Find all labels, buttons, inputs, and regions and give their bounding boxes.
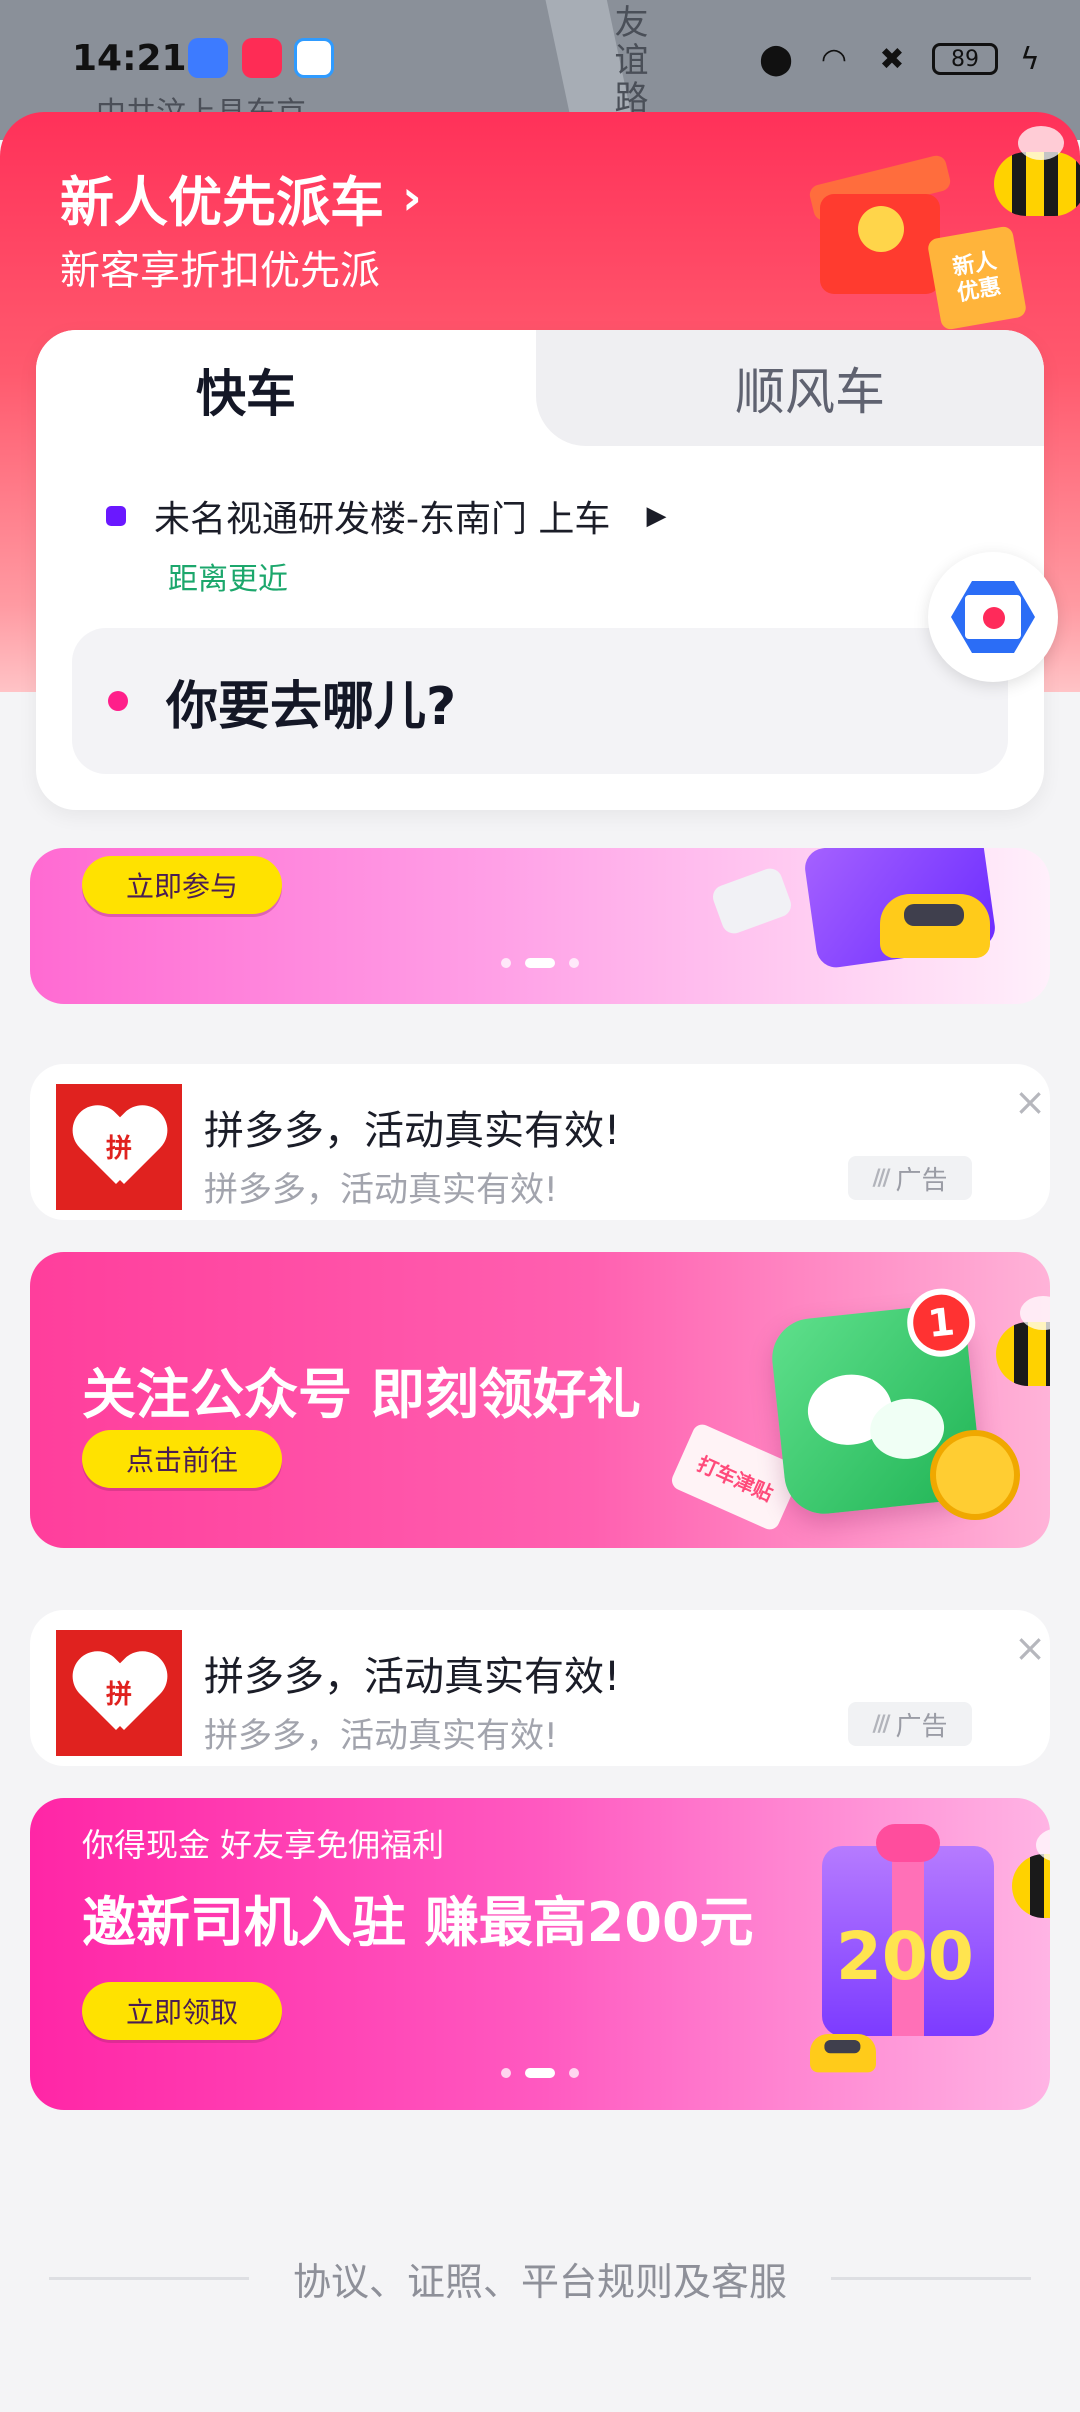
pickup-arrow-icon: ▶ bbox=[646, 501, 667, 531]
battery-icon: 89 bbox=[932, 43, 998, 75]
ad-title: 拼多多，活动真实有效! bbox=[204, 1654, 621, 1700]
reward-gift-illustration: 200 bbox=[822, 1824, 994, 2036]
booking-card: 顺风车 快车 未名视通研发楼-东南门 上车 ▶ 距离更近 你要去哪儿? bbox=[36, 330, 1044, 810]
ad-title: 拼多多，活动真实有效! bbox=[204, 1108, 621, 1154]
tab-express[interactable]: 快车 bbox=[36, 330, 536, 450]
ad-subtitle: 拼多多，活动真实有效! bbox=[204, 1170, 558, 1210]
pickup-row[interactable]: 未名视通研发楼-东南门 上车 ▶ bbox=[106, 490, 666, 542]
pickup-marker-icon bbox=[106, 506, 126, 526]
shield-app-icon bbox=[188, 38, 228, 78]
ad-card[interactable]: 拼 拼多多，活动真实有效! 拼多多，活动真实有效! /// 广告 × bbox=[30, 1064, 1050, 1220]
bee-mascot-icon bbox=[994, 126, 1080, 216]
destination-marker-icon bbox=[108, 691, 128, 711]
status-bar: 14:21 ⬤ ◠ ✖ 89 ϟ bbox=[0, 0, 1080, 120]
footer-divider bbox=[48, 2276, 249, 2280]
destination-input[interactable]: 你要去哪儿? bbox=[72, 628, 1008, 774]
hero-title[interactable]: 新人优先派车 › bbox=[60, 158, 422, 237]
new-user-tag: 新人 优惠 bbox=[926, 225, 1028, 331]
wifi-icon: ◠ bbox=[820, 41, 848, 77]
ad-subtitle: 拼多多，活动真实有效! bbox=[204, 1716, 558, 1756]
charging-icon: ϟ bbox=[1020, 41, 1040, 77]
footer: 协议、证照、平台规则及客服 bbox=[0, 2248, 1080, 2308]
location-icon: ⬤ bbox=[759, 41, 793, 77]
join-now-button[interactable]: 立即参与 bbox=[82, 856, 283, 914]
go-now-button[interactable]: 点击前往 bbox=[82, 1430, 283, 1488]
ad-label-text: 广告 bbox=[895, 1165, 948, 1196]
carousel-indicator bbox=[30, 2068, 1050, 2078]
close-icon[interactable]: × bbox=[1010, 1626, 1050, 1670]
claim-now-button[interactable]: 立即领取 bbox=[82, 1982, 283, 2040]
ad-logo-text: 拼 bbox=[106, 1680, 133, 1710]
carousel-indicator bbox=[30, 958, 1050, 968]
pickup-location: 未名视通研发楼-东南门 上车 bbox=[154, 499, 611, 540]
battery-level: 89 bbox=[951, 46, 979, 72]
ad-label: /// 广告 bbox=[848, 1156, 972, 1200]
invite-driver-banner[interactable]: 你得现金 好友享免佣福利 邀新司机入驻 赚最高200元 立即领取 200 bbox=[30, 1798, 1050, 2110]
pinduoduo-logo-icon: 拼 bbox=[56, 1084, 182, 1210]
ad-label: /// 广告 bbox=[848, 1702, 972, 1746]
ad-logo-text: 拼 bbox=[106, 1134, 133, 1164]
hero-title-text: 新人优先派车 bbox=[60, 171, 384, 234]
gold-coin-icon bbox=[930, 1430, 1020, 1520]
destination-placeholder: 你要去哪儿? bbox=[166, 676, 457, 737]
follow-official-account-banner[interactable]: 关注公众号 即刻领好礼 点击前往 打车津贴 1 bbox=[30, 1252, 1050, 1548]
music-app-icon bbox=[242, 38, 282, 78]
bee-mascot-icon bbox=[996, 1296, 1050, 1386]
sim-off-icon: ✖ bbox=[879, 41, 905, 77]
ad-label-text: 广告 bbox=[895, 1711, 948, 1742]
promo-banner-carousel[interactable]: 立即参与 bbox=[30, 848, 1050, 1004]
ad-mark-icon: /// bbox=[872, 1165, 890, 1191]
safety-center-button[interactable] bbox=[928, 552, 1058, 682]
ad-mark-icon: /// bbox=[872, 1711, 890, 1737]
chevron-right-icon: › bbox=[402, 169, 422, 226]
hero-subtitle: 新客享折扣优先派 bbox=[60, 248, 380, 294]
safety-shield-icon bbox=[945, 575, 1041, 659]
close-icon[interactable]: × bbox=[1010, 1080, 1050, 1124]
status-time: 14:21 bbox=[72, 38, 187, 79]
taxi-car-icon bbox=[810, 2034, 876, 2073]
megaphone-icon bbox=[709, 865, 795, 937]
banner-kicker: 你得现金 好友享免佣福利 bbox=[82, 1826, 445, 1864]
pickup-hint: 距离更近 bbox=[168, 562, 288, 597]
reward-amount: 200 bbox=[836, 1918, 974, 1995]
ride-type-tabs: 顺风车 快车 bbox=[36, 330, 1044, 450]
notification-badge: 1 bbox=[903, 1285, 979, 1361]
browser-app-icon bbox=[294, 38, 334, 78]
ad-card[interactable]: 拼 拼多多，活动真实有效! 拼多多，活动真实有效! /// 广告 × bbox=[30, 1610, 1050, 1766]
bee-mascot-icon bbox=[1012, 1828, 1050, 1918]
banner-title: 邀新司机入驻 赚最高200元 bbox=[82, 1891, 754, 1954]
banner-title: 关注公众号 即刻领好礼 bbox=[82, 1363, 641, 1426]
footer-divider bbox=[831, 2276, 1031, 2280]
footer-links[interactable]: 协议、证照、平台规则及客服 bbox=[293, 2251, 787, 2306]
tab-hitch[interactable]: 顺风车 bbox=[536, 330, 1044, 446]
taxi-car-icon bbox=[880, 894, 990, 958]
status-icons: ⬤ ◠ ✖ 89 ϟ bbox=[758, 34, 1040, 84]
pinduoduo-logo-icon: 拼 bbox=[56, 1630, 182, 1756]
